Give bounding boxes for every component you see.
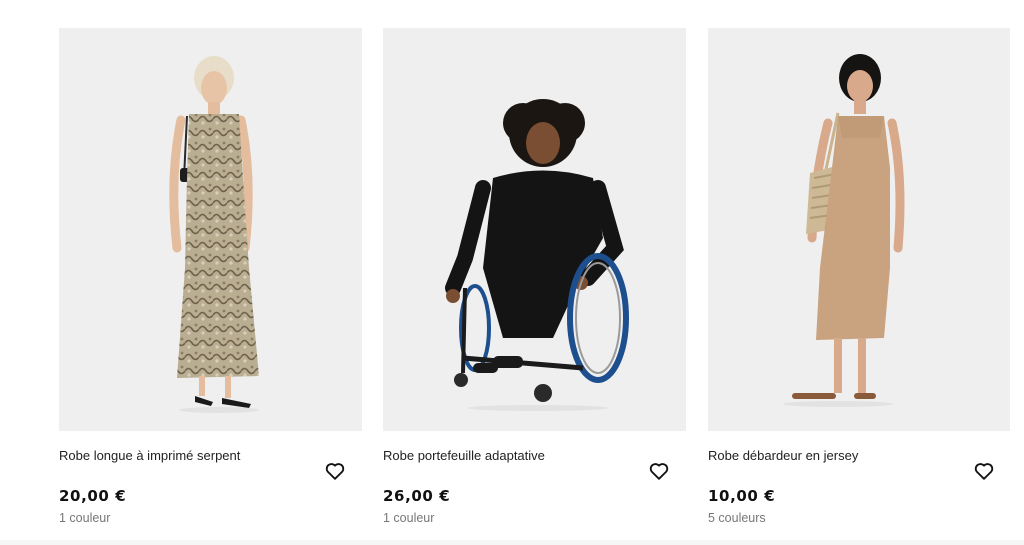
product-title[interactable]: Robe portefeuille adaptative <box>383 448 545 464</box>
product-grid: Robe longue à imprimé serpent 20,00 € 1 … <box>0 0 1024 545</box>
product-title[interactable]: Robe débardeur en jersey <box>708 448 858 464</box>
model-photo <box>783 54 905 407</box>
product-price: 26,00 € <box>383 487 451 505</box>
product-card[interactable]: Robe portefeuille adaptative 26,00 € 1 c… <box>383 28 686 525</box>
product-price: 20,00 € <box>59 487 127 505</box>
product-title[interactable]: Robe longue à imprimé serpent <box>59 448 240 464</box>
product-card[interactable]: Robe longue à imprimé serpent 20,00 € 1 … <box>59 28 362 525</box>
product-image-jersey-tank-dress[interactable] <box>708 28 1010 431</box>
heart-outline-icon[interactable] <box>324 460 346 482</box>
color-count: 1 couleur <box>383 511 435 525</box>
bottom-divider <box>0 540 1024 545</box>
model-photo <box>169 56 259 413</box>
product-price: 10,00 € <box>708 487 776 505</box>
model-photo <box>445 99 629 411</box>
product-image-wrap-dress[interactable] <box>383 28 686 431</box>
product-image-snake-print-dress[interactable] <box>59 28 362 431</box>
heart-outline-icon[interactable] <box>973 460 995 482</box>
color-count: 1 couleur <box>59 511 111 525</box>
color-count: 5 couleurs <box>708 511 766 525</box>
heart-outline-icon[interactable] <box>648 460 670 482</box>
product-card[interactable]: Robe débardeur en jersey 10,00 € 5 coule… <box>708 28 1011 525</box>
